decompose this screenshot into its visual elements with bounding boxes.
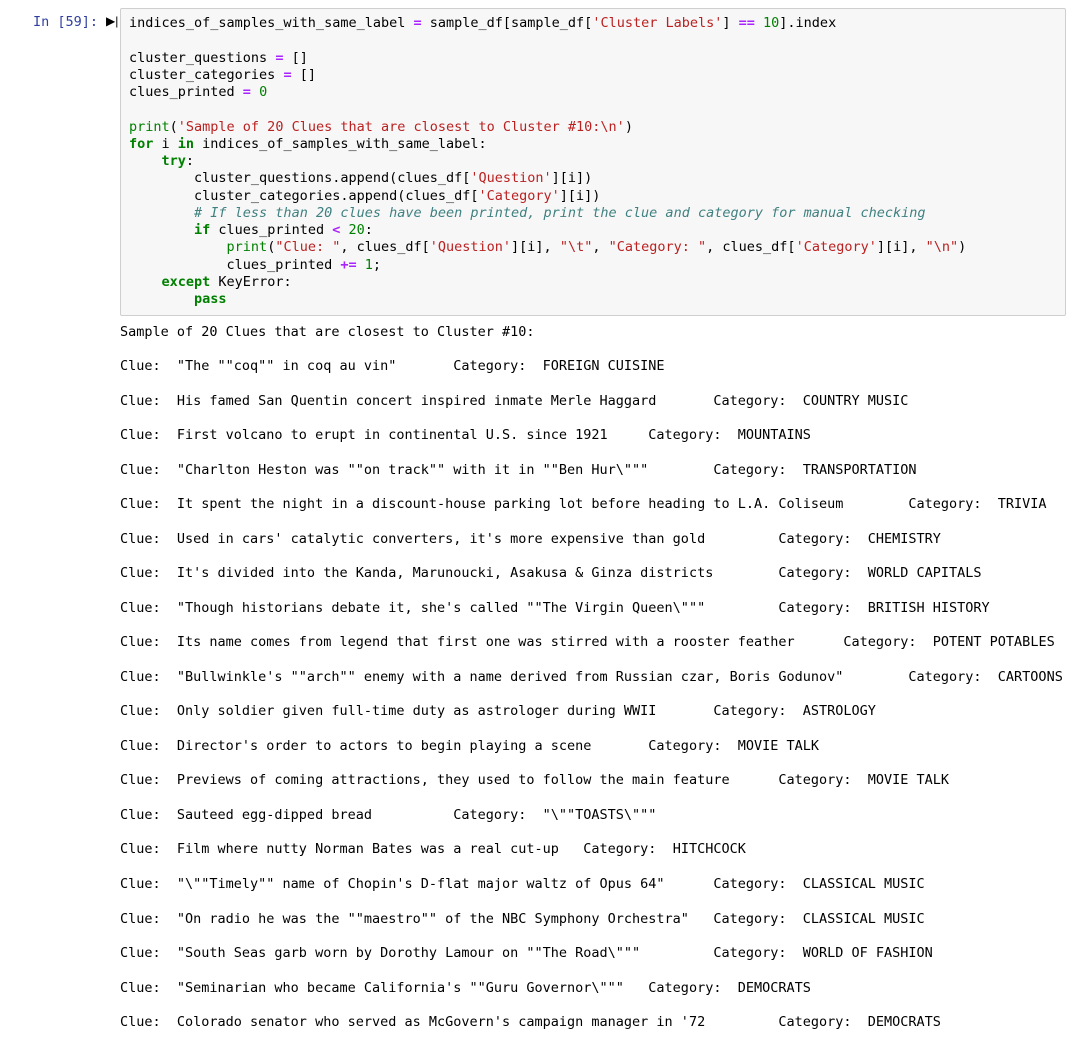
input-prompt: In [59]: <box>8 8 106 30</box>
code-text[interactable]: indices_of_samples_with_same_label = sam… <box>129 15 1057 309</box>
output-cell: Sample of 20 Clues that are closest to C… <box>8 316 1066 1032</box>
code-cell: In [59]: ▶| indices_of_samples_with_same… <box>8 8 1066 316</box>
output-text: Sample of 20 Clues that are closest to C… <box>120 324 1066 1032</box>
run-cell-icon[interactable]: ▶| <box>106 8 120 28</box>
code-input-area[interactable]: indices_of_samples_with_same_label = sam… <box>120 8 1066 316</box>
